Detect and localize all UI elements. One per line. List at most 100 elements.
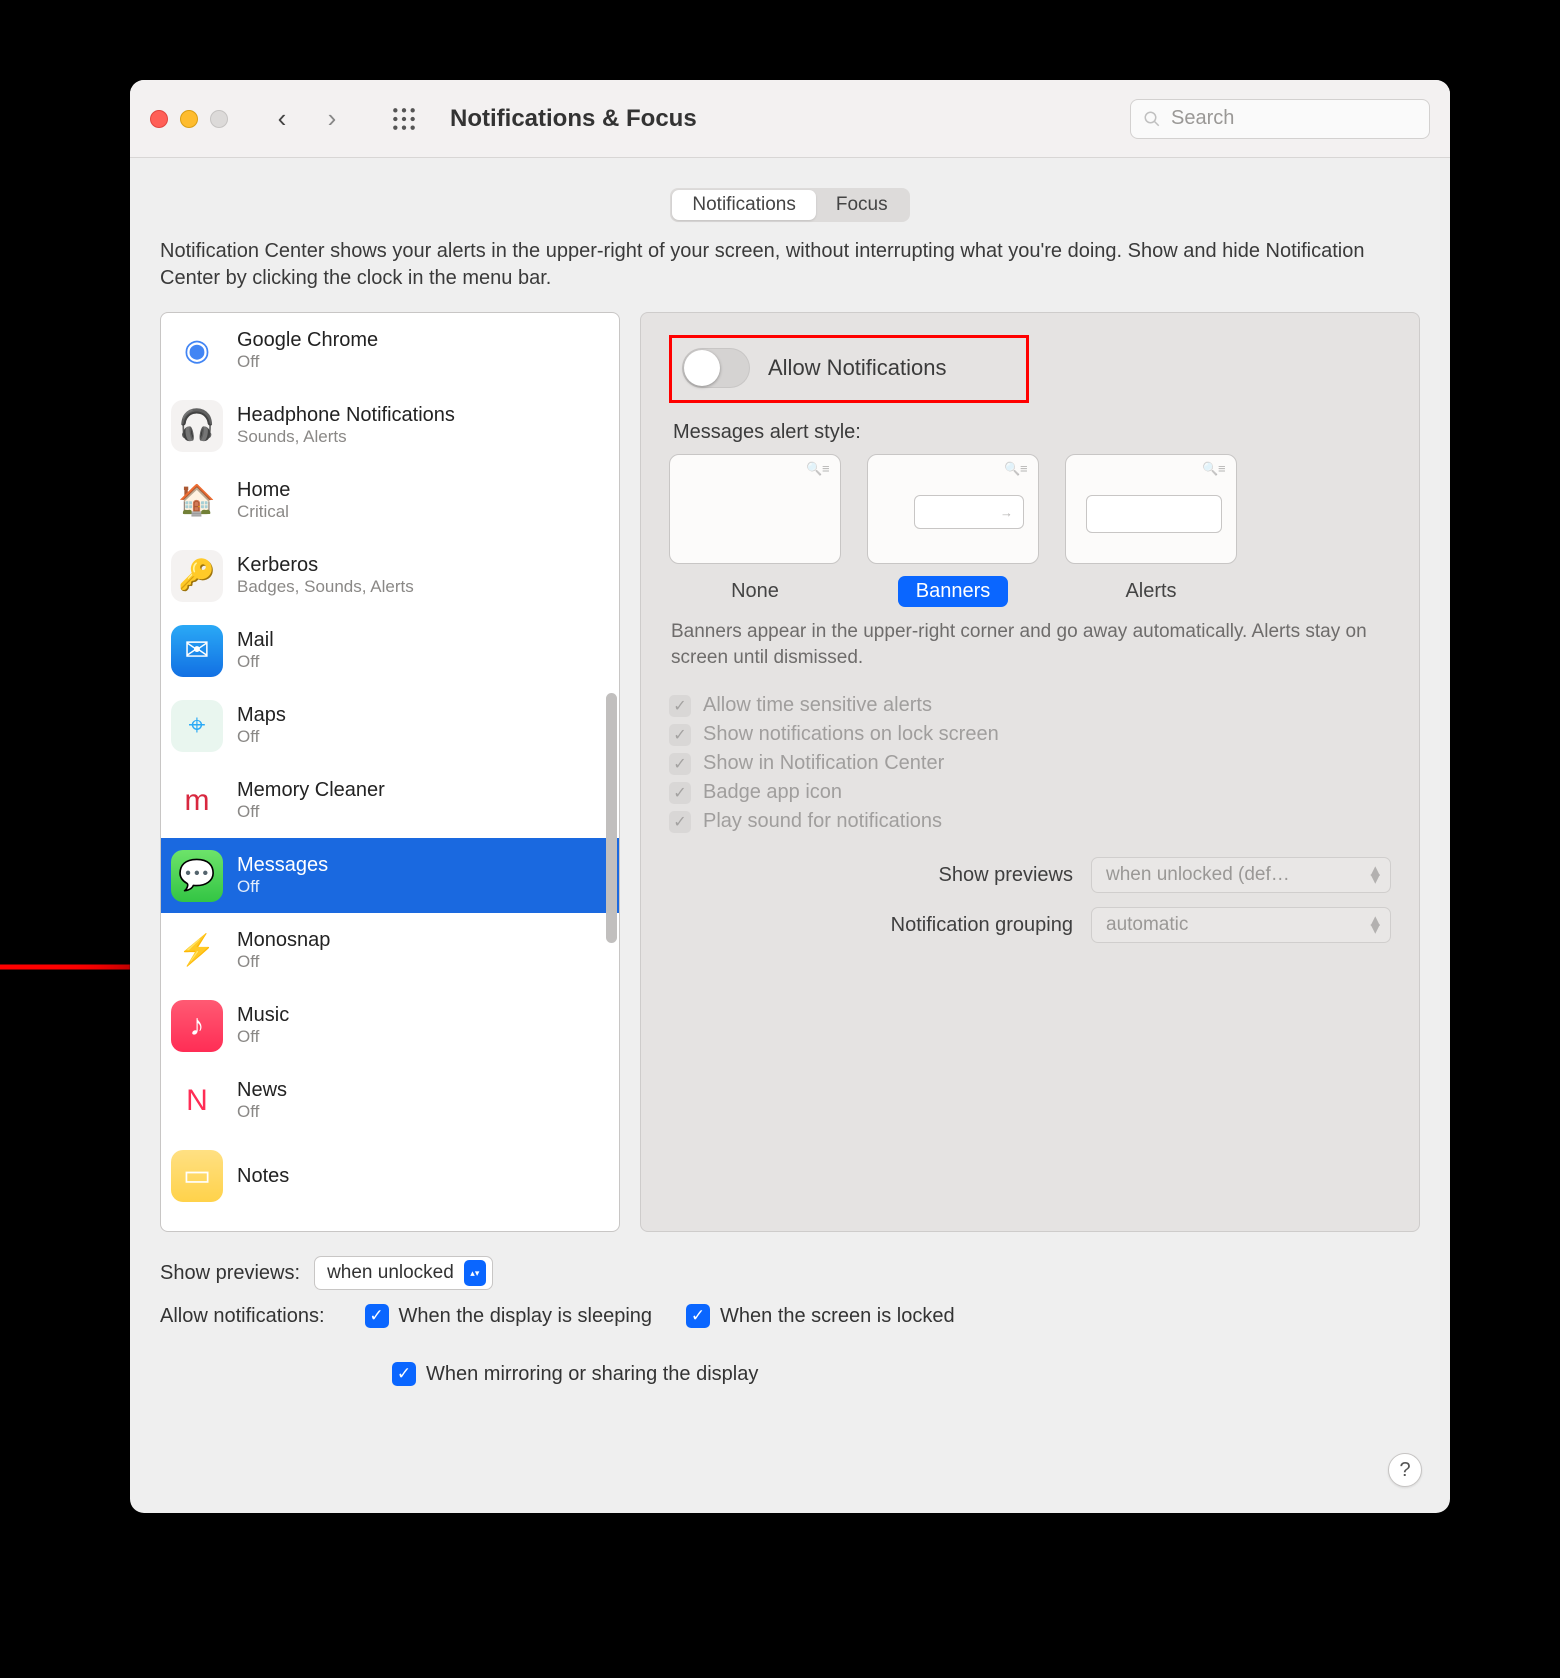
style-banners-button[interactable]: Banners: [898, 576, 1009, 607]
app-title: Music: [237, 1003, 289, 1027]
style-description: Banners appear in the upper-right corner…: [671, 619, 1389, 670]
style-none-button[interactable]: None: [713, 576, 797, 607]
app-title: Maps: [237, 703, 286, 727]
style-alerts-button[interactable]: Alerts: [1107, 576, 1194, 607]
app-row-mail[interactable]: ✉ MailOff: [161, 613, 619, 688]
tab-notifications[interactable]: Notifications: [672, 190, 816, 220]
app-row-messages[interactable]: 💬 MessagesOff: [161, 838, 619, 913]
chevron-updown-icon: ▴▾: [464, 1260, 486, 1286]
checkbox-icon: ✓: [669, 753, 691, 775]
style-alerts-thumb[interactable]: 🔍≡: [1065, 454, 1237, 564]
app-icon: ⚡: [171, 925, 223, 977]
tabs-segmented: Notifications Focus: [670, 188, 909, 222]
checkbox-icon[interactable]: ✓: [365, 1304, 389, 1328]
content-area: Notifications Focus Notification Center …: [130, 158, 1450, 1513]
footer-opt-when-the-display-is-sleeping[interactable]: ✓ When the display is sleeping: [365, 1304, 652, 1328]
traffic-lights: [150, 110, 228, 128]
show-previews-select[interactable]: when unlocked (def… ▴▾: [1091, 857, 1391, 893]
footer-opt-when-the-screen-is-locked[interactable]: ✓ When the screen is locked: [686, 1304, 955, 1328]
app-subtitle: Off: [237, 727, 286, 747]
app-row-kerberos[interactable]: 🔑KerberosBadges, Sounds, Alerts: [161, 538, 619, 613]
option-play-sound-for-notifications: ✓ Play sound for notifications: [669, 810, 1391, 833]
app-title: Kerberos: [237, 553, 414, 577]
option-label: Play sound for notifications: [703, 810, 942, 833]
option-label: Badge app icon: [703, 781, 842, 804]
footer-show-previews-value: when unlocked: [327, 1262, 454, 1284]
option-badge-app-icon: ✓ Badge app icon: [669, 781, 1391, 804]
app-icon: 🔑: [171, 550, 223, 602]
app-subtitle: Off: [237, 952, 330, 972]
app-row-music[interactable]: ♪ MusicOff: [161, 988, 619, 1063]
checkbox-icon[interactable]: ✓: [686, 1304, 710, 1328]
zoom-icon: [210, 110, 228, 128]
scrollbar-thumb[interactable]: [606, 693, 617, 943]
app-title: Messages: [237, 853, 328, 877]
app-row-home[interactable]: 🏠HomeCritical: [161, 463, 619, 538]
footer-opt-label: When the display is sleeping: [399, 1305, 652, 1328]
app-title: Home: [237, 478, 290, 502]
app-row-memory-cleaner[interactable]: mMemory CleanerOff: [161, 763, 619, 838]
window-title: Notifications & Focus: [450, 105, 697, 133]
checkbox-icon: ✓: [669, 811, 691, 833]
app-subtitle: Off: [237, 1102, 287, 1122]
option-show-in-notification-center: ✓Show in Notification Center: [669, 752, 1391, 775]
footer-allow-label: Allow notifications:: [160, 1305, 325, 1328]
preferences-window: ‹ › Notifications & Focus Search Notific…: [130, 80, 1450, 1513]
app-row-headphone-notifications[interactable]: 🎧Headphone NotificationsSounds, Alerts: [161, 388, 619, 463]
tab-focus[interactable]: Focus: [816, 190, 908, 220]
footer-options: Show previews: when unlocked ▴▾ Allow no…: [160, 1256, 1420, 1386]
style-banners-thumb[interactable]: 🔍≡ →: [867, 454, 1039, 564]
alert-style-label: Messages alert style:: [673, 421, 1391, 444]
help-button[interactable]: ?: [1388, 1453, 1422, 1487]
app-subtitle: Off: [237, 652, 274, 672]
app-icon: ◉: [171, 325, 223, 377]
app-row-monosnap[interactable]: ⚡MonosnapOff: [161, 913, 619, 988]
app-subtitle: Off: [237, 877, 328, 897]
footer-opt-label: When the screen is locked: [720, 1305, 955, 1328]
app-subtitle: Critical: [237, 502, 290, 522]
app-icon: ⌖: [171, 700, 223, 752]
back-button[interactable]: ‹: [262, 99, 302, 139]
search-icon: [1143, 110, 1161, 128]
show-previews-label: Show previews: [938, 864, 1073, 887]
app-subtitle: Off: [237, 352, 378, 372]
checkbox-icon[interactable]: ✓: [392, 1362, 416, 1386]
app-row-notes[interactable]: ▭Notes: [161, 1138, 619, 1213]
allow-notifications-label: Allow Notifications: [768, 355, 947, 381]
chevron-updown-icon: ▴▾: [1370, 917, 1380, 933]
app-icon: m: [171, 775, 223, 827]
app-list[interactable]: ◉Google ChromeOff🎧Headphone Notification…: [160, 312, 620, 1232]
app-title: Notes: [237, 1164, 289, 1188]
app-icon: ♪: [171, 1000, 223, 1052]
app-icon: N: [171, 1075, 223, 1127]
app-subtitle: Off: [237, 802, 385, 822]
app-subtitle: Sounds, Alerts: [237, 427, 455, 447]
minimize-icon[interactable]: [180, 110, 198, 128]
checkbox-icon: ✓: [669, 724, 691, 746]
option-label: Show notifications on lock screen: [703, 723, 999, 746]
app-title: Mail: [237, 628, 274, 652]
detail-panel: Allow Notifications Messages alert style…: [640, 312, 1420, 1232]
app-row-google-chrome[interactable]: ◉Google ChromeOff: [161, 313, 619, 388]
app-title: News: [237, 1078, 287, 1102]
notification-grouping-label: Notification grouping: [891, 914, 1073, 937]
checkbox-icon: ✓: [669, 782, 691, 804]
allow-notifications-toggle[interactable]: [682, 348, 750, 388]
forward-button: ›: [312, 99, 352, 139]
show-all-icon[interactable]: [386, 101, 422, 137]
titlebar: ‹ › Notifications & Focus Search: [130, 80, 1450, 158]
app-icon: ✉: [171, 625, 223, 677]
app-row-maps[interactable]: ⌖ MapsOff: [161, 688, 619, 763]
app-row-news[interactable]: N NewsOff: [161, 1063, 619, 1138]
close-icon[interactable]: [150, 110, 168, 128]
footer-opt-when-mirroring-or-sharing-the-display[interactable]: ✓When mirroring or sharing the display: [392, 1362, 1420, 1386]
style-none-thumb[interactable]: 🔍≡: [669, 454, 841, 564]
search-field[interactable]: Search: [1130, 99, 1430, 139]
app-icon: 🎧: [171, 400, 223, 452]
notification-grouping-value: automatic: [1106, 914, 1188, 936]
alert-styles: 🔍≡ None 🔍≡ → Banners 🔍≡: [669, 454, 1391, 607]
notification-grouping-select[interactable]: automatic ▴▾: [1091, 907, 1391, 943]
footer-show-previews-select[interactable]: when unlocked ▴▾: [314, 1256, 493, 1290]
app-subtitle: Off: [237, 1027, 289, 1047]
app-icon: 💬: [171, 850, 223, 902]
